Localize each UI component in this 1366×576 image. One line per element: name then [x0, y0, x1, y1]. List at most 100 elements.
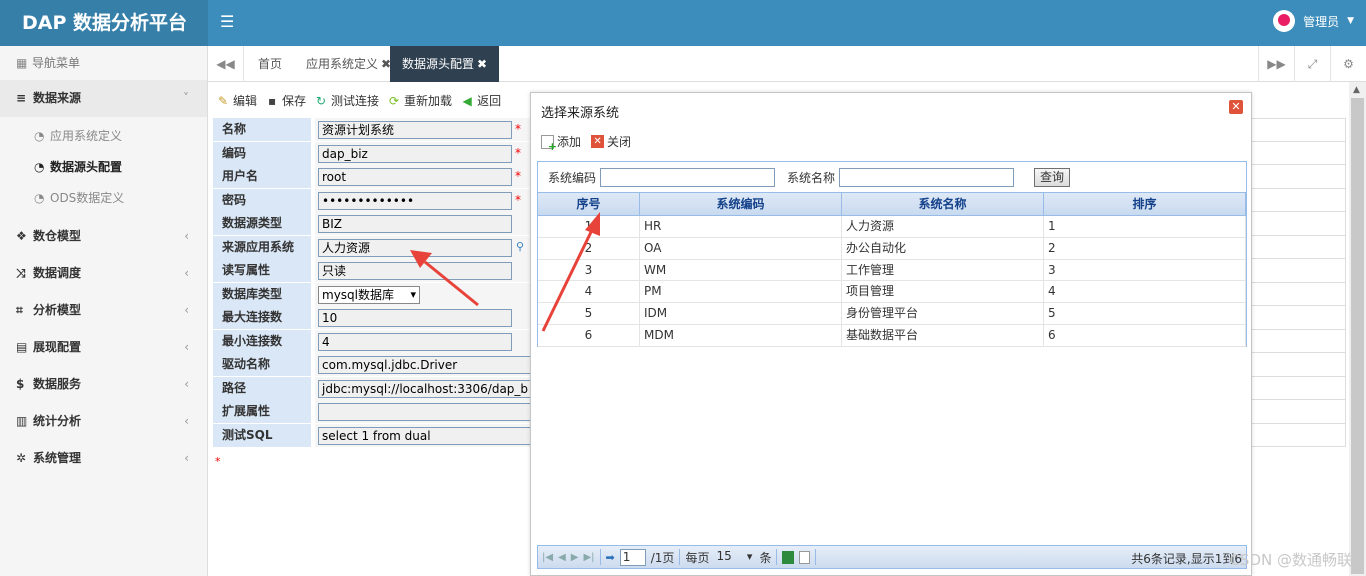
submenu: ◔ 应用系统定义 ◔ 数据源头配置 ◔ ODS数据定义: [0, 117, 207, 218]
password-field[interactable]: •••••••••••••: [318, 191, 512, 210]
data-source-form: 名称 资源计划系统 * 编码 dap_biz * 用户名 root * 密码 ••••••••…: [213, 118, 532, 447]
sidebar-subitem-app-system[interactable]: ◔ 应用系统定义: [0, 121, 207, 152]
app-logo[interactable]: DAP 数据分析平台: [0, 0, 208, 46]
tag-icon: ◔: [34, 160, 45, 174]
add-button[interactable]: 添加: [541, 133, 581, 153]
required-note: *: [215, 455, 221, 468]
close-icon[interactable]: ✖: [477, 57, 487, 71]
username-field[interactable]: root: [318, 168, 512, 186]
fullscreen-icon[interactable]: ⤢: [1294, 46, 1330, 82]
chevron-left-icon: ‹: [184, 303, 189, 317]
table-row[interactable]: 4 PM 项目管理 4: [538, 281, 1246, 304]
first-page-icon[interactable]: |◀: [542, 552, 553, 563]
name-field[interactable]: 资源计划系统: [318, 121, 512, 139]
table-row[interactable]: 5 IDM 身份管理平台 5: [538, 303, 1246, 325]
reload-icon: ⟳: [389, 93, 400, 108]
rw-field[interactable]: 只读: [318, 262, 512, 280]
save-button[interactable]: ▪ 保存: [265, 92, 306, 109]
chevron-down-icon: ˅: [183, 91, 189, 105]
test-connection-button[interactable]: ↻ 测试连接: [314, 92, 379, 109]
scrollbar-thumb[interactable]: [1351, 98, 1364, 574]
sidebar-item-statistics[interactable]: ▥ 统计分析 ‹: [0, 403, 207, 440]
scrollbar[interactable]: ▲: [1349, 82, 1366, 576]
per-page-select[interactable]: 15: [714, 549, 754, 566]
close-icon[interactable]: ✕: [1229, 100, 1243, 114]
tab-app-system[interactable]: 应用系统定义 ✖: [294, 46, 403, 82]
chevron-left-icon: ‹: [184, 377, 189, 391]
table-row[interactable]: 2 OA 办公自动化 2: [538, 237, 1246, 260]
form-row-name: 名称 资源计划系统 *: [213, 118, 531, 142]
required-mark: *: [515, 169, 521, 183]
dialog-title: 选择来源系统: [541, 106, 620, 121]
refresh-icon: ↻: [316, 93, 327, 108]
last-page-icon[interactable]: ▶|: [583, 552, 594, 563]
reload-button[interactable]: ⟳ 重新加载: [387, 92, 452, 109]
chevron-left-icon: ‹: [184, 414, 189, 428]
sidebar-item-display[interactable]: ▤ 展现配置 ‹: [0, 329, 207, 366]
chevron-left-icon: ‹: [184, 451, 189, 465]
background-table: [1250, 118, 1346, 447]
code-field[interactable]: dap_biz: [318, 144, 512, 163]
form-row-password: 密码 ••••••••••••• *: [213, 188, 531, 212]
system-code-input[interactable]: [600, 167, 776, 187]
back-button[interactable]: ◀ 返回: [460, 92, 501, 109]
ext-field[interactable]: [318, 403, 532, 421]
chevron-down-icon: ▼: [1347, 16, 1354, 26]
required-mark: *: [515, 192, 521, 207]
sidebar-subitem-data-source-config[interactable]: ◔ 数据源头配置: [0, 152, 207, 183]
edit-button[interactable]: ✎ 编辑: [216, 92, 257, 109]
form-row-code: 编码 dap_biz *: [213, 141, 531, 165]
sidebar-item-data-source[interactable]: ≡ 数据来源 ˅: [0, 80, 207, 117]
test-sql-field[interactable]: select 1 from dual: [318, 426, 532, 445]
form-row-min-conn: 最小连接数 4: [213, 329, 531, 353]
sidebar-subitem-ods[interactable]: ◔ ODS数据定义: [0, 183, 207, 214]
next-page-icon[interactable]: ▶: [571, 552, 579, 563]
close-icon: ✕: [591, 135, 605, 148]
table-row[interactable]: 6 MDM 基础数据平台 6: [538, 324, 1246, 347]
scroll-left-icon[interactable]: ◀◀: [208, 46, 244, 82]
source-app-field[interactable]: 人力资源: [318, 238, 512, 257]
form-row-db-type: 数据库类型 mysql数据库: [213, 282, 531, 306]
source-type-field[interactable]: BIZ: [318, 215, 512, 233]
system-name-input[interactable]: [839, 167, 1015, 187]
lookup-icon[interactable]: ⚲: [516, 240, 524, 253]
gear-icon[interactable]: ⚙: [1330, 46, 1366, 82]
excel-export-icon[interactable]: [782, 550, 795, 564]
shuffle-icon: ⤨: [16, 266, 26, 280]
min-conn-field[interactable]: 4: [318, 332, 512, 351]
prev-page-icon[interactable]: ◀: [558, 552, 566, 563]
cubes-icon: ❖: [16, 229, 27, 243]
max-conn-field[interactable]: 10: [318, 309, 512, 327]
user-menu[interactable]: 管理员 ▼: [1273, 10, 1354, 32]
query-button[interactable]: 查询: [1034, 167, 1071, 187]
db-type-select[interactable]: mysql数据库: [318, 285, 420, 304]
go-icon[interactable]: ➡: [606, 551, 615, 564]
sidebar-item-analysis-model[interactable]: ⌗ 分析模型 ‹: [0, 292, 207, 329]
tab-home[interactable]: 首页: [246, 46, 294, 82]
table-row[interactable]: 3 WM 工作管理 3: [538, 259, 1246, 282]
form-row-rw: 读写属性 只读: [213, 259, 531, 283]
bar-chart-icon: ▥: [16, 414, 28, 428]
table-row[interactable]: 1 HR 人力资源 1: [538, 216, 1246, 238]
close-button[interactable]: ✕ 关闭: [591, 133, 631, 150]
driver-field[interactable]: com.mysql.jdbc.Driver: [318, 356, 532, 374]
form-row-driver: 驱动名称 com.mysql.jdbc.Driver: [213, 353, 532, 377]
menu-toggle-icon[interactable]: ☰: [220, 12, 234, 31]
tab-data-source-config[interactable]: 数据源头配置 ✖: [390, 46, 500, 82]
document-export-icon[interactable]: [799, 550, 811, 564]
sidebar-item-data-service[interactable]: $ 数据服务 ‹: [0, 366, 207, 403]
sidebar: ▦ 导航菜单 ≡ 数据来源 ˅ ◔ 应用系统定义 ◔ 数据源头配置 ◔ ODS数据定义 ❖ 数…: [0, 46, 208, 576]
scroll-up-icon[interactable]: ▲: [1353, 85, 1360, 95]
user-name[interactable]: 管理员: [1303, 13, 1339, 30]
sidebar-item-schedule[interactable]: ⤨ 数据调度 ‹: [0, 255, 207, 292]
page-input[interactable]: 1: [619, 548, 646, 566]
dialog-toolbar: 添加 ✕关闭: [541, 133, 631, 153]
url-field[interactable]: jdbc:mysql://localhost:3306/dap_b: [318, 379, 532, 398]
floppy-icon: ▪: [267, 93, 277, 108]
avatar[interactable]: [1273, 10, 1296, 32]
scroll-right-icon[interactable]: ▶▶: [1258, 46, 1294, 82]
required-mark: *: [515, 122, 521, 136]
sidebar-item-system[interactable]: ✲ 系统管理 ‹: [0, 440, 207, 477]
film-icon: ▤: [16, 340, 28, 354]
sidebar-item-warehouse[interactable]: ❖ 数仓模型 ‹: [0, 218, 207, 255]
